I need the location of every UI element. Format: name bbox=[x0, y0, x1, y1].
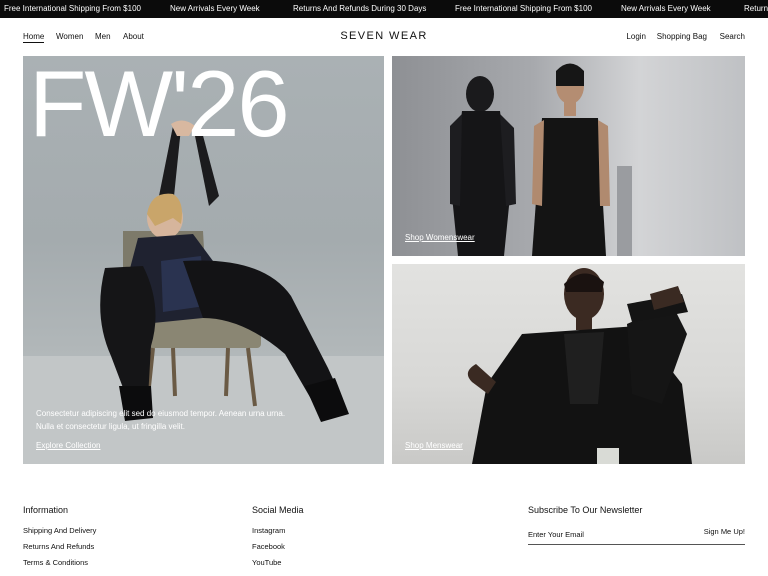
login-link[interactable]: Login bbox=[626, 32, 646, 41]
instagram-link[interactable]: Instagram bbox=[252, 527, 304, 535]
announcement-item: Returns And Refunds During 30 Days bbox=[293, 4, 427, 13]
menswear-panel: Shop Menswear bbox=[392, 264, 745, 464]
hero-title: FW'26 bbox=[29, 56, 290, 156]
explore-collection-link[interactable]: Explore Collection bbox=[36, 441, 100, 450]
footer-link[interactable]: Terms & Conditions bbox=[23, 559, 96, 567]
announcement-item: Free International Shipping From $100 bbox=[455, 4, 592, 13]
newsletter-form: Sign Me Up! bbox=[528, 523, 745, 545]
newsletter-signup: Subscribe To Our Newsletter Sign Me Up! bbox=[528, 505, 745, 545]
site-header: Home Women Men About SEVEN WEAR Login Sh… bbox=[0, 18, 768, 56]
footer-information: Information Shipping And Delivery Return… bbox=[23, 505, 96, 575]
site-logo[interactable]: SEVEN WEAR bbox=[0, 30, 768, 42]
shop-menswear-link[interactable]: Shop Menswear bbox=[405, 441, 463, 450]
hero-collection-panel: FW'26 Consectetur adipiscing elit sed do… bbox=[23, 56, 384, 464]
newsletter-heading: Subscribe To Our Newsletter bbox=[528, 505, 643, 515]
hero-description: Consectetur adipiscing elit sed do eiusm… bbox=[36, 409, 286, 431]
shopping-bag-link[interactable]: Shopping Bag bbox=[657, 32, 707, 41]
footer-link[interactable]: Returns And Refunds bbox=[23, 543, 96, 551]
footer-social-heading: Social Media bbox=[252, 505, 304, 515]
footer-information-heading: Information bbox=[23, 505, 69, 515]
announcement-item: Free International Shipping From $100 bbox=[4, 4, 141, 13]
womenswear-panel: Shop Womenswear bbox=[392, 56, 745, 256]
shop-womenswear-link[interactable]: Shop Womenswear bbox=[405, 233, 475, 242]
newsletter-email-input[interactable] bbox=[528, 527, 688, 541]
womenswear-models-image bbox=[450, 63, 632, 256]
sign-me-up-button[interactable]: Sign Me Up! bbox=[704, 527, 745, 536]
announcement-item: New Arrivals Every Week bbox=[621, 4, 711, 13]
youtube-link[interactable]: YouTube bbox=[252, 559, 304, 567]
announcement-item: Returns bbox=[744, 4, 768, 13]
announcement-item: New Arrivals Every Week bbox=[170, 4, 260, 13]
facebook-link[interactable]: Facebook bbox=[252, 543, 304, 551]
announcement-bar: Free International Shipping From $100 Ne… bbox=[0, 0, 768, 18]
menswear-model-image bbox=[467, 268, 692, 464]
footer-social-media: Social Media Instagram Facebook YouTube bbox=[252, 505, 304, 575]
search-link[interactable]: Search bbox=[720, 32, 745, 41]
footer-link[interactable]: Shipping And Delivery bbox=[23, 527, 96, 535]
